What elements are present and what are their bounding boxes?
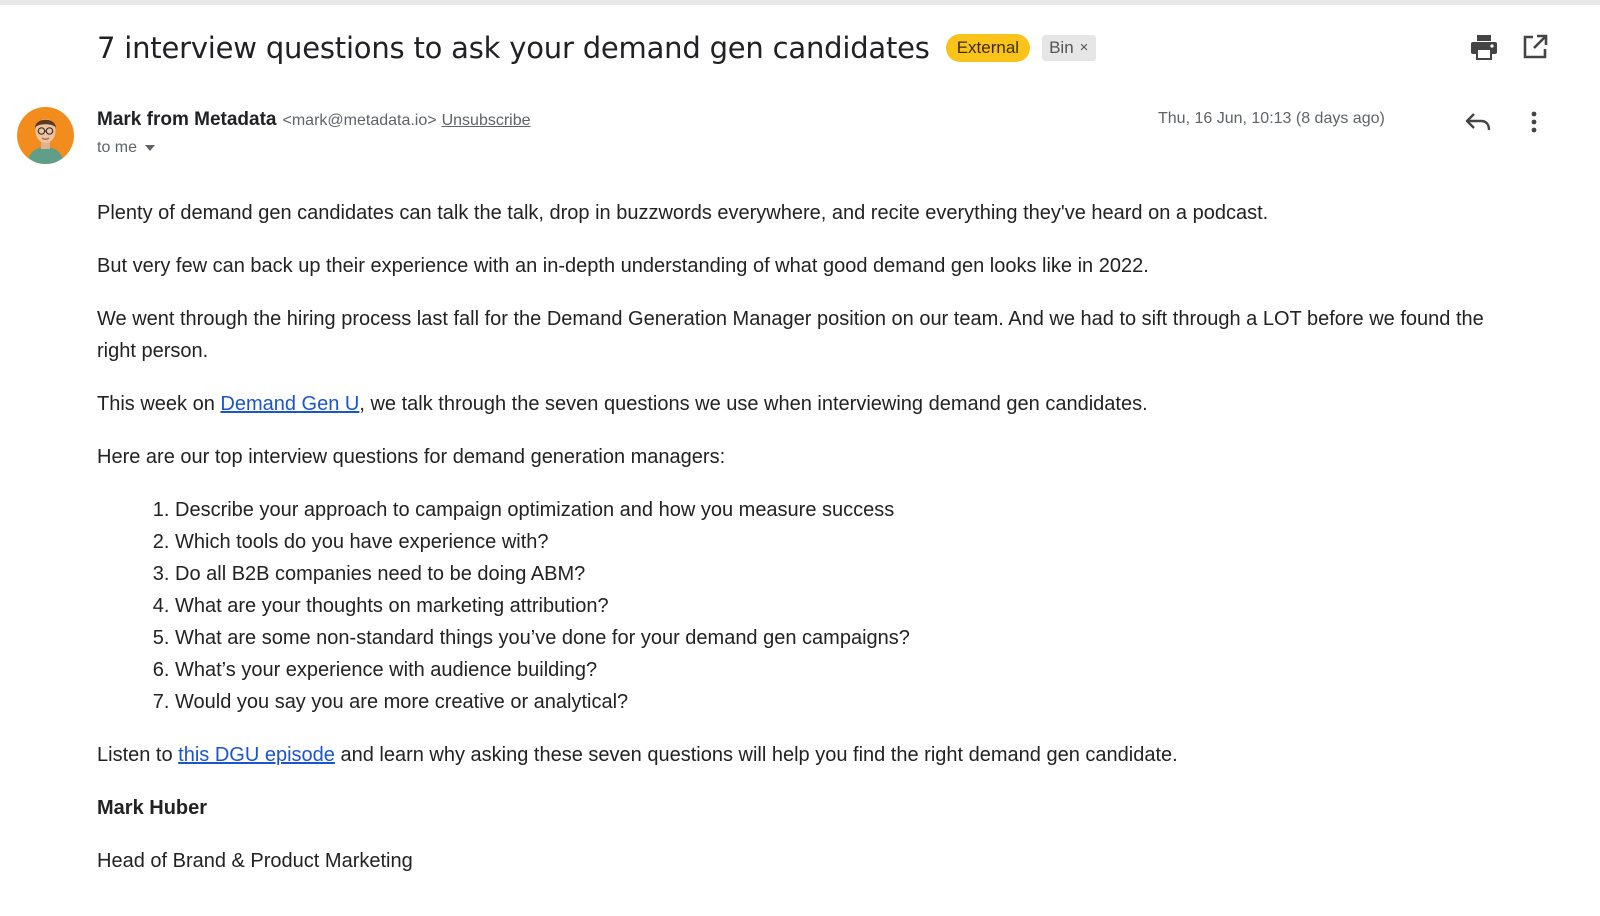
bin-label-text: Bin bbox=[1049, 38, 1074, 57]
message-date: Thu, 16 Jun, 10:13 (8 days ago) bbox=[1158, 110, 1385, 127]
chevron-down-icon bbox=[145, 145, 156, 151]
list-item: What’s your experience with audience bui… bbox=[175, 654, 1507, 686]
sender-email: <mark@metadata.io> bbox=[282, 112, 437, 129]
paragraph-experience: But very few can back up their experienc… bbox=[97, 255, 1149, 277]
reply-button[interactable] bbox=[1460, 104, 1496, 140]
paragraph-text: and learn why asking these seven questio… bbox=[334, 744, 1178, 766]
email-subject: 7 interview questions to ask your demand… bbox=[97, 31, 930, 65]
signature-title: Head of Brand & Product Marketing bbox=[97, 850, 413, 872]
print-icon bbox=[1471, 35, 1497, 60]
paragraph-text: This week on bbox=[97, 393, 221, 415]
recipient-text: to me bbox=[97, 139, 138, 156]
list-item: Which tools do you have experience with? bbox=[175, 526, 1507, 558]
open-in-new-window-button[interactable] bbox=[1518, 30, 1552, 64]
paragraph-hiring: We went through the hiring process last … bbox=[97, 308, 1484, 362]
questions-list: Describe your approach to campaign optim… bbox=[97, 494, 1507, 718]
sender-name[interactable]: Mark from Metadata bbox=[97, 109, 277, 131]
paragraph-text: , we talk through the seven questions we… bbox=[359, 393, 1148, 415]
list-item: Describe your approach to campaign optim… bbox=[175, 494, 1507, 526]
print-button[interactable] bbox=[1466, 30, 1502, 64]
reply-icon bbox=[1465, 113, 1491, 131]
unsubscribe-link[interactable]: Unsubscribe bbox=[442, 112, 531, 130]
more-vertical-icon bbox=[1531, 111, 1537, 133]
top-divider bbox=[0, 0, 1600, 5]
paragraph-intro: Plenty of demand gen candidates can talk… bbox=[97, 202, 1269, 224]
paragraph-text: Listen to bbox=[97, 744, 179, 766]
message-body: Plenty of demand gen candidates can talk… bbox=[97, 197, 1507, 898]
open-in-new-window-icon bbox=[1523, 34, 1548, 59]
paragraph-questions-intro: Here are our top interview questions for… bbox=[97, 446, 726, 468]
bin-label[interactable]: Bin × bbox=[1042, 35, 1097, 61]
list-item: What are some non-standard things you’ve… bbox=[175, 622, 1507, 654]
recipient-details-toggle[interactable]: to me bbox=[97, 139, 156, 157]
list-item: Do all B2B companies need to be doing AB… bbox=[175, 558, 1507, 590]
avatar-image bbox=[17, 107, 74, 164]
remove-label-icon[interactable]: × bbox=[1080, 39, 1089, 57]
subject-row: 7 interview questions to ask your demand… bbox=[97, 28, 1097, 68]
signature-name: Mark Huber bbox=[97, 797, 208, 819]
more-options-button[interactable] bbox=[1518, 104, 1550, 140]
sender-line: Mark from Metadata <mark@metadata.io> Un… bbox=[97, 109, 531, 131]
paragraph-demand-gen-u: This week on Demand Gen U, we talk throu… bbox=[97, 388, 1507, 420]
avatar[interactable] bbox=[17, 107, 74, 164]
paragraph-listen: Listen to this DGU episode and learn why… bbox=[97, 739, 1507, 771]
external-label[interactable]: External bbox=[945, 34, 1031, 62]
list-item: Would you say you are more creative or a… bbox=[175, 686, 1507, 718]
list-item: What are your thoughts on marketing attr… bbox=[175, 590, 1507, 622]
dgu-episode-link[interactable]: this DGU episode bbox=[178, 744, 335, 766]
demand-gen-u-link[interactable]: Demand Gen U bbox=[220, 393, 359, 415]
